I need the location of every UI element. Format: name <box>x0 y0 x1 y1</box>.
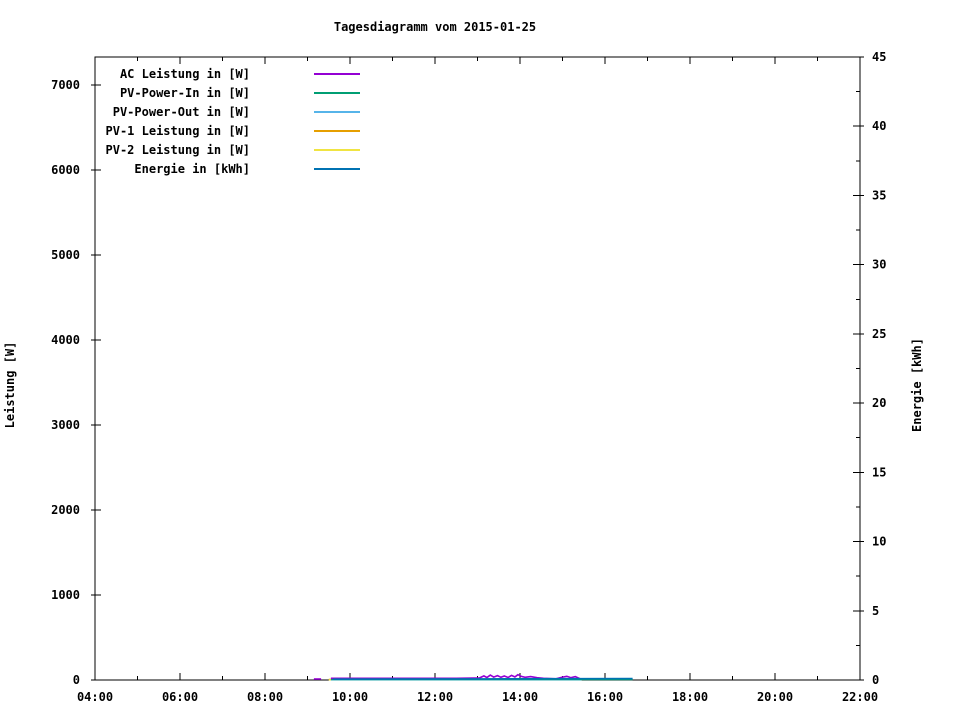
tagesdiagramm-page: Tagesdiagramm vom 2015-01-25 Leistung [W… <box>0 0 960 720</box>
x-tick-label: 18:00 <box>672 690 708 704</box>
y-left-tick-label: 4000 <box>51 333 80 347</box>
legend-label: PV-1 Leistung in [W] <box>106 124 251 138</box>
y-right-tick-label: 0 <box>872 673 879 687</box>
y-left-tick-label: 5000 <box>51 248 80 262</box>
x-tick-label: 04:00 <box>77 690 113 704</box>
y-left-axis-label: Leistung [W] <box>3 342 17 429</box>
legend-row: AC Leistung in [W] <box>120 67 360 81</box>
y-left-tick-label: 7000 <box>51 78 80 92</box>
chart-title: Tagesdiagramm vom 2015-01-25 <box>334 20 536 34</box>
series-line <box>332 677 633 680</box>
x-tick-label: 08:00 <box>247 690 283 704</box>
y-right-tick-label: 40 <box>872 119 886 133</box>
x-tick-label: 10:00 <box>332 690 368 704</box>
x-tick-label: 12:00 <box>417 690 453 704</box>
legend-row: PV-Power-Out in [W] <box>113 105 360 119</box>
y-left-tick-label: 1000 <box>51 588 80 602</box>
data-series <box>313 673 633 681</box>
legend-label: PV-Power-Out in [W] <box>113 105 250 119</box>
legend-row: PV-Power-In in [W] <box>120 86 360 100</box>
y-left-tick-label: 2000 <box>51 503 80 517</box>
legend-label: AC Leistung in [W] <box>120 67 250 81</box>
y-right-tick-label: 35 <box>872 188 886 202</box>
y-right-tick-label: 30 <box>872 258 886 272</box>
y-right-tick-label: 10 <box>872 535 886 549</box>
legend: AC Leistung in [W] PV-Power-In in [W] PV-P… <box>106 67 360 176</box>
y-right-tick-label: 15 <box>872 465 886 479</box>
legend-label: Energie in [kWh] <box>134 162 250 176</box>
x-tick-label: 06:00 <box>162 690 198 704</box>
legend-row: Energie in [kWh] <box>134 162 360 176</box>
y-right-tick-label: 5 <box>872 604 879 618</box>
y-right-tick-label: 45 <box>872 50 886 64</box>
tagesdiagramm-chart: Tagesdiagramm vom 2015-01-25 Leistung [W… <box>3 20 924 704</box>
legend-label: PV-2 Leistung in [W] <box>106 143 251 157</box>
x-tick-label: 20:00 <box>757 690 793 704</box>
y-left-tick-label: 0 <box>73 673 80 687</box>
x-tick-label: 16:00 <box>587 690 623 704</box>
x-tick-label: 14:00 <box>502 690 538 704</box>
y-right-axis-label: Energie [kWh] <box>910 338 924 432</box>
legend-row: PV-1 Leistung in [W] <box>106 124 360 138</box>
y-left-tick-label: 3000 <box>51 418 80 432</box>
y-left-tick-label: 6000 <box>51 163 80 177</box>
y-right-tick-label: 25 <box>872 327 886 341</box>
y-right-tick-label: 20 <box>872 396 886 410</box>
legend-row: PV-2 Leistung in [W] <box>106 143 360 157</box>
legend-label: PV-Power-In in [W] <box>120 86 250 100</box>
x-tick-label: 22:00 <box>842 690 878 704</box>
